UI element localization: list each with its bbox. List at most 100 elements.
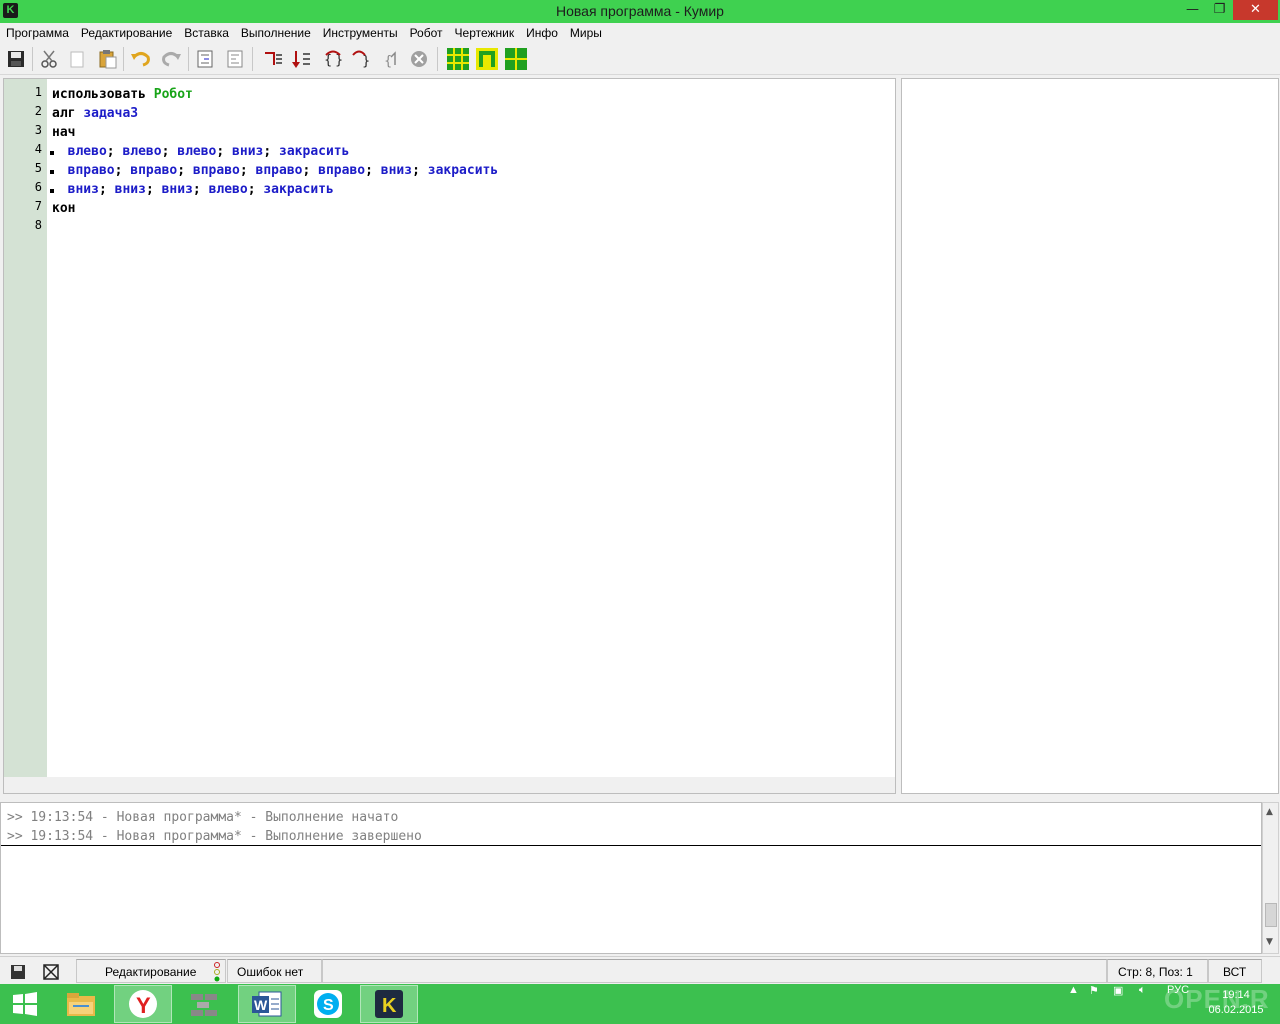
menu-drawer[interactable]: Чертежник [449, 23, 521, 43]
menu-tools[interactable]: Инструменты [317, 23, 404, 43]
show-hidden-icons-icon[interactable]: ▲ [1068, 984, 1079, 1024]
redo-icon[interactable] [160, 48, 182, 70]
code-token: вниз [380, 163, 413, 178]
code-token: вправо [318, 163, 366, 178]
line-number: 8 [34, 218, 42, 232]
save-status-icon[interactable] [2, 959, 36, 983]
insert-mode: ВСТ [1208, 959, 1262, 983]
code-token: задача3 [83, 106, 139, 121]
flag-icon[interactable]: ⚑ [1089, 984, 1099, 1024]
code-token: влево [177, 144, 217, 159]
menu-bar: Программа Редактирование Вставка Выполнение… [0, 23, 1280, 43]
robot-icon[interactable] [476, 48, 498, 70]
step-out-icon[interactable]: } [350, 48, 372, 70]
code-token: вниз [161, 182, 193, 197]
loop-marker [50, 189, 54, 193]
watermark: OPEN.R [1164, 984, 1270, 1014]
scroll-thumb[interactable] [1265, 903, 1277, 927]
code-token: закрасить [427, 163, 499, 178]
run-continuous-icon[interactable] [262, 48, 284, 70]
editor-horizontal-scrollbar[interactable] [4, 777, 895, 793]
copy-icon[interactable] [66, 48, 88, 70]
app-icon[interactable] [175, 985, 233, 1023]
kumir-icon[interactable]: K [360, 985, 418, 1023]
maximize-button[interactable]: ❐ [1206, 0, 1233, 20]
save-icon[interactable] [5, 48, 27, 70]
menu-run[interactable]: Выполнение [235, 23, 317, 43]
code-token: вправо [192, 163, 240, 178]
code-line[interactable]: вправо; вправо; вправо; вправо; вправо; … [52, 163, 499, 178]
step-over-icon[interactable]: { [380, 48, 402, 70]
code-editor[interactable]: 1 2 3 4 5 6 7 8 использовать Робот алг за… [3, 78, 896, 794]
code-token: влево [122, 144, 162, 159]
code-line[interactable]: вниз; вниз; вниз; влево; закрасить [52, 182, 334, 197]
code-token: Робот [153, 87, 193, 102]
menu-info[interactable]: Инфо [520, 23, 564, 43]
status-indicator-icon [214, 962, 220, 982]
code-token: вниз [114, 182, 146, 197]
svg-text:}: } [362, 54, 370, 69]
svg-text:Y: Y [136, 993, 151, 1018]
code-token: ; [263, 144, 280, 159]
code-token: кон [52, 201, 76, 216]
paste-icon[interactable] [96, 48, 118, 70]
cursor-position: Стр: 8, Поз: 1 [1107, 959, 1208, 983]
code-token: ; [98, 182, 115, 197]
code-token: алг [52, 106, 84, 121]
drawer-icon[interactable] [505, 48, 527, 70]
network-icon[interactable]: ▣ [1113, 984, 1123, 1024]
side-panel [901, 78, 1279, 794]
console-message: >> 19:13:54 - Новая программа* - Выполне… [7, 810, 399, 825]
code-token: влево [208, 182, 248, 197]
code-token: ; [216, 144, 233, 159]
errors-status: Ошибок нет [227, 959, 322, 983]
code-token: влево [52, 144, 107, 159]
skype-icon[interactable]: S [299, 985, 357, 1023]
scroll-down-arrow-icon[interactable]: ▼ [1266, 937, 1273, 947]
undo-icon[interactable] [130, 48, 152, 70]
word-icon[interactable]: W [238, 985, 296, 1023]
line-number: 7 [34, 199, 42, 213]
code-line[interactable]: влево; влево; влево; вниз; закрасить [52, 144, 350, 159]
line-number: 4 [34, 142, 42, 156]
cut-icon[interactable] [38, 48, 60, 70]
menu-worlds[interactable]: Миры [564, 23, 608, 43]
robot-field-icon[interactable] [447, 48, 469, 70]
unindent-icon[interactable] [224, 48, 246, 70]
volume-icon[interactable]: 🔈︎ [1139, 984, 1146, 1024]
mode-status: Редактирование [76, 959, 226, 983]
menu-insert[interactable]: Вставка [178, 23, 235, 43]
svg-text:K: K [382, 995, 397, 1017]
code-token: ; [192, 182, 209, 197]
step-into-icon[interactable]: {} [322, 48, 344, 70]
console-scrollbar[interactable]: ▲ ▼ [1262, 802, 1279, 954]
menu-robot[interactable]: Робот [404, 23, 449, 43]
indent-icon[interactable] [194, 48, 216, 70]
start-button[interactable] [0, 985, 50, 1023]
code-token: вправо [255, 163, 303, 178]
code-line[interactable]: использовать Робот [52, 87, 193, 102]
yandex-browser-icon[interactable]: Y [114, 985, 172, 1023]
code-token: закрасить [263, 182, 334, 197]
close-button[interactable]: ✕ [1233, 0, 1278, 20]
code-line[interactable]: кон [52, 201, 75, 216]
minimize-button[interactable]: — [1179, 0, 1206, 20]
line-number-gutter: 1 2 3 4 5 6 7 8 [4, 79, 47, 777]
close-file-icon[interactable] [36, 959, 66, 983]
code-token: нач [52, 125, 76, 140]
menu-program[interactable]: Программа [0, 23, 75, 43]
code-line[interactable]: алг задача3 [52, 106, 138, 121]
menu-edit[interactable]: Редактирование [75, 23, 178, 43]
stop-icon[interactable] [408, 48, 430, 70]
output-console[interactable]: >> 19:13:54 - Новая программа* - Выполне… [0, 802, 1262, 954]
line-number: 2 [34, 104, 42, 118]
scroll-up-arrow-icon[interactable]: ▲ [1266, 807, 1273, 817]
code-line[interactable]: нач [52, 125, 75, 140]
code-token: вниз [232, 144, 264, 159]
file-explorer-icon[interactable] [52, 985, 110, 1023]
svg-text:W: W [254, 997, 268, 1013]
svg-text:{: { [324, 53, 332, 68]
run-step-icon[interactable] [290, 48, 312, 70]
code-token: ; [161, 144, 178, 159]
code-token: вниз [52, 182, 99, 197]
